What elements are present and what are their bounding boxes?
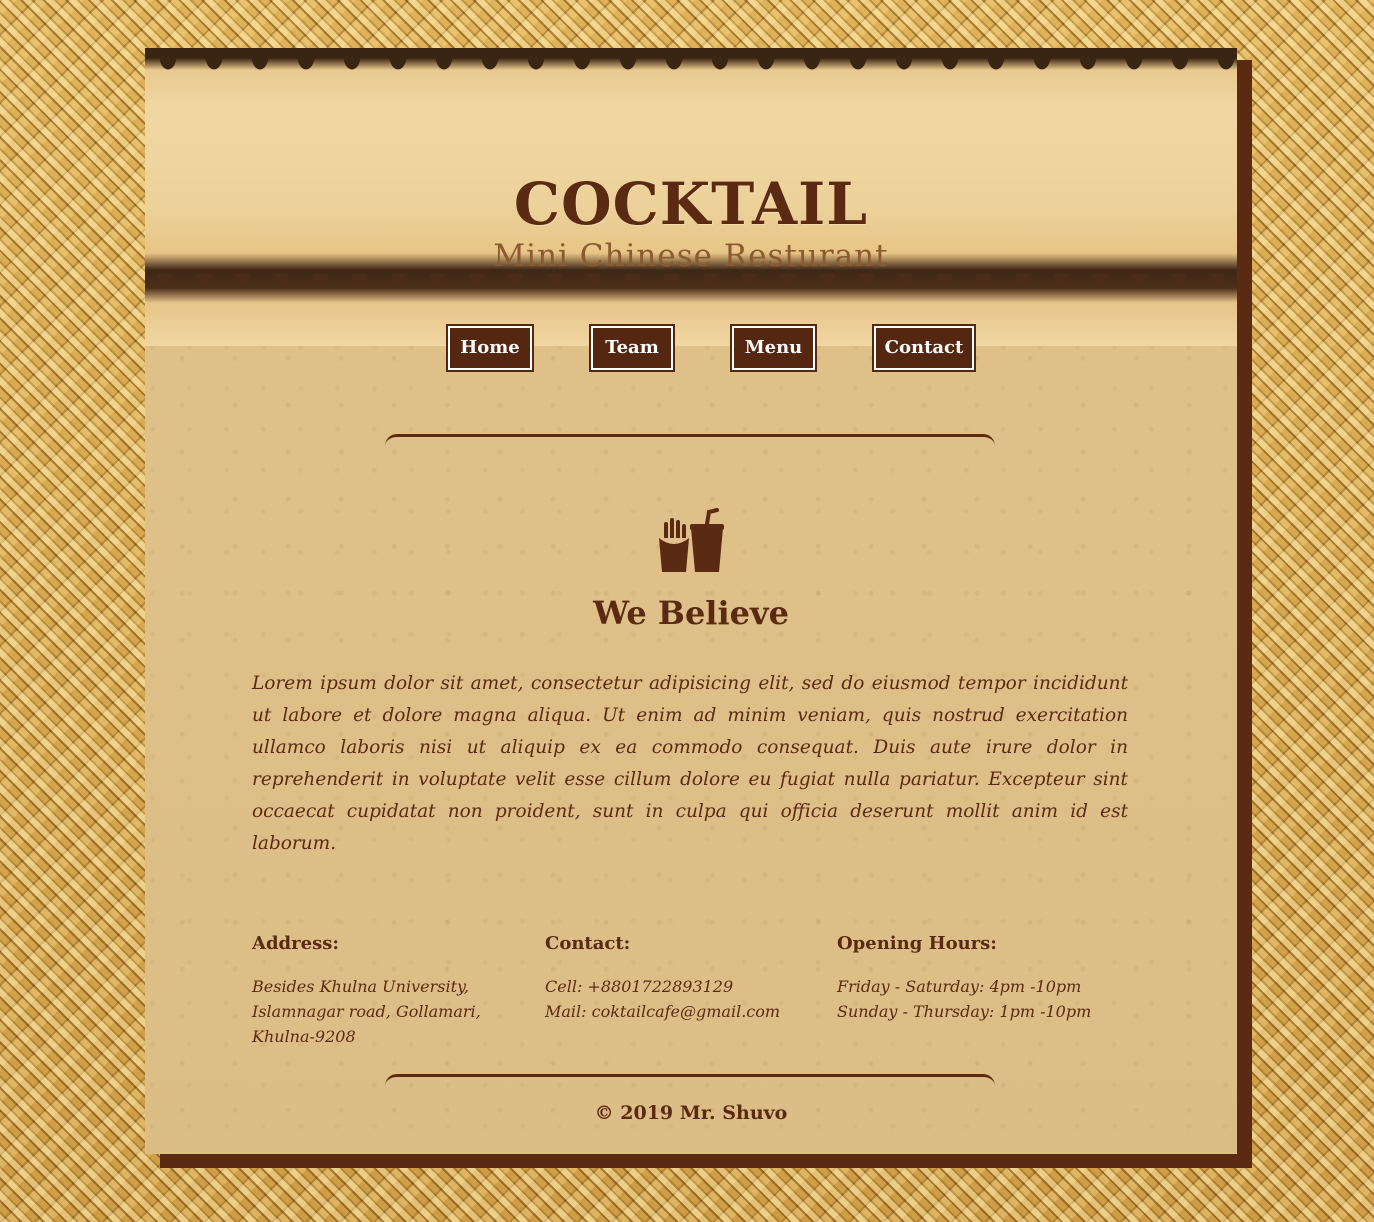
nav-home-button[interactable]: Home bbox=[448, 326, 532, 370]
section-body-text: Lorem ipsum dolor sit amet, consectetur … bbox=[252, 673, 1128, 854]
contact-heading: Contact: bbox=[545, 933, 631, 954]
address-column: Address: Besides Khulna University, Isla… bbox=[252, 932, 512, 1049]
hours-column: Opening Hours: Friday - Saturday: 4pm -1… bbox=[837, 932, 1137, 1024]
main-nav: Home Team Menu Contact bbox=[145, 326, 1237, 376]
nav-team-button[interactable]: Team bbox=[591, 326, 673, 370]
contact-email: Mail: coktailcafe@gmail.com bbox=[545, 1002, 781, 1021]
site-title: COCKTAIL bbox=[513, 170, 869, 238]
page-container: COCKTAIL Mini Chinese Resturant Home Tea… bbox=[145, 48, 1237, 1154]
contact-phone: Cell: +8801722893129 bbox=[545, 977, 734, 996]
address-line: Islamnagar road, Gollamari, bbox=[252, 1002, 481, 1021]
section-title: We Believe bbox=[593, 594, 789, 632]
header-banner: COCKTAIL Mini Chinese Resturant bbox=[145, 48, 1237, 346]
address-heading: Address: bbox=[252, 933, 339, 954]
divider-top bbox=[385, 434, 995, 446]
hours-line: Sunday - Thursday: 1pm -10pm bbox=[837, 1002, 1092, 1021]
fries-and-drink-icon bbox=[655, 508, 725, 574]
hours-line: Friday - Saturday: 4pm -10pm bbox=[837, 977, 1082, 996]
divider-bottom bbox=[385, 1074, 995, 1086]
footer-copyright: © 2019 Mr. Shuvo bbox=[594, 1102, 788, 1124]
nav-menu-button[interactable]: Menu bbox=[732, 326, 815, 370]
nav-contact-button[interactable]: Contact bbox=[874, 326, 974, 370]
hours-heading: Opening Hours: bbox=[837, 933, 997, 954]
burnt-edge-top bbox=[145, 56, 1237, 88]
contact-column: Contact: Cell: +8801722893129 Mail: cokt… bbox=[545, 932, 805, 1024]
address-line: Besides Khulna University, bbox=[252, 977, 469, 996]
site-tagline: Mini Chinese Resturant bbox=[493, 238, 889, 274]
address-line: Khulna-9208 bbox=[252, 1027, 356, 1046]
burnt-edge-bottom bbox=[145, 274, 1237, 310]
